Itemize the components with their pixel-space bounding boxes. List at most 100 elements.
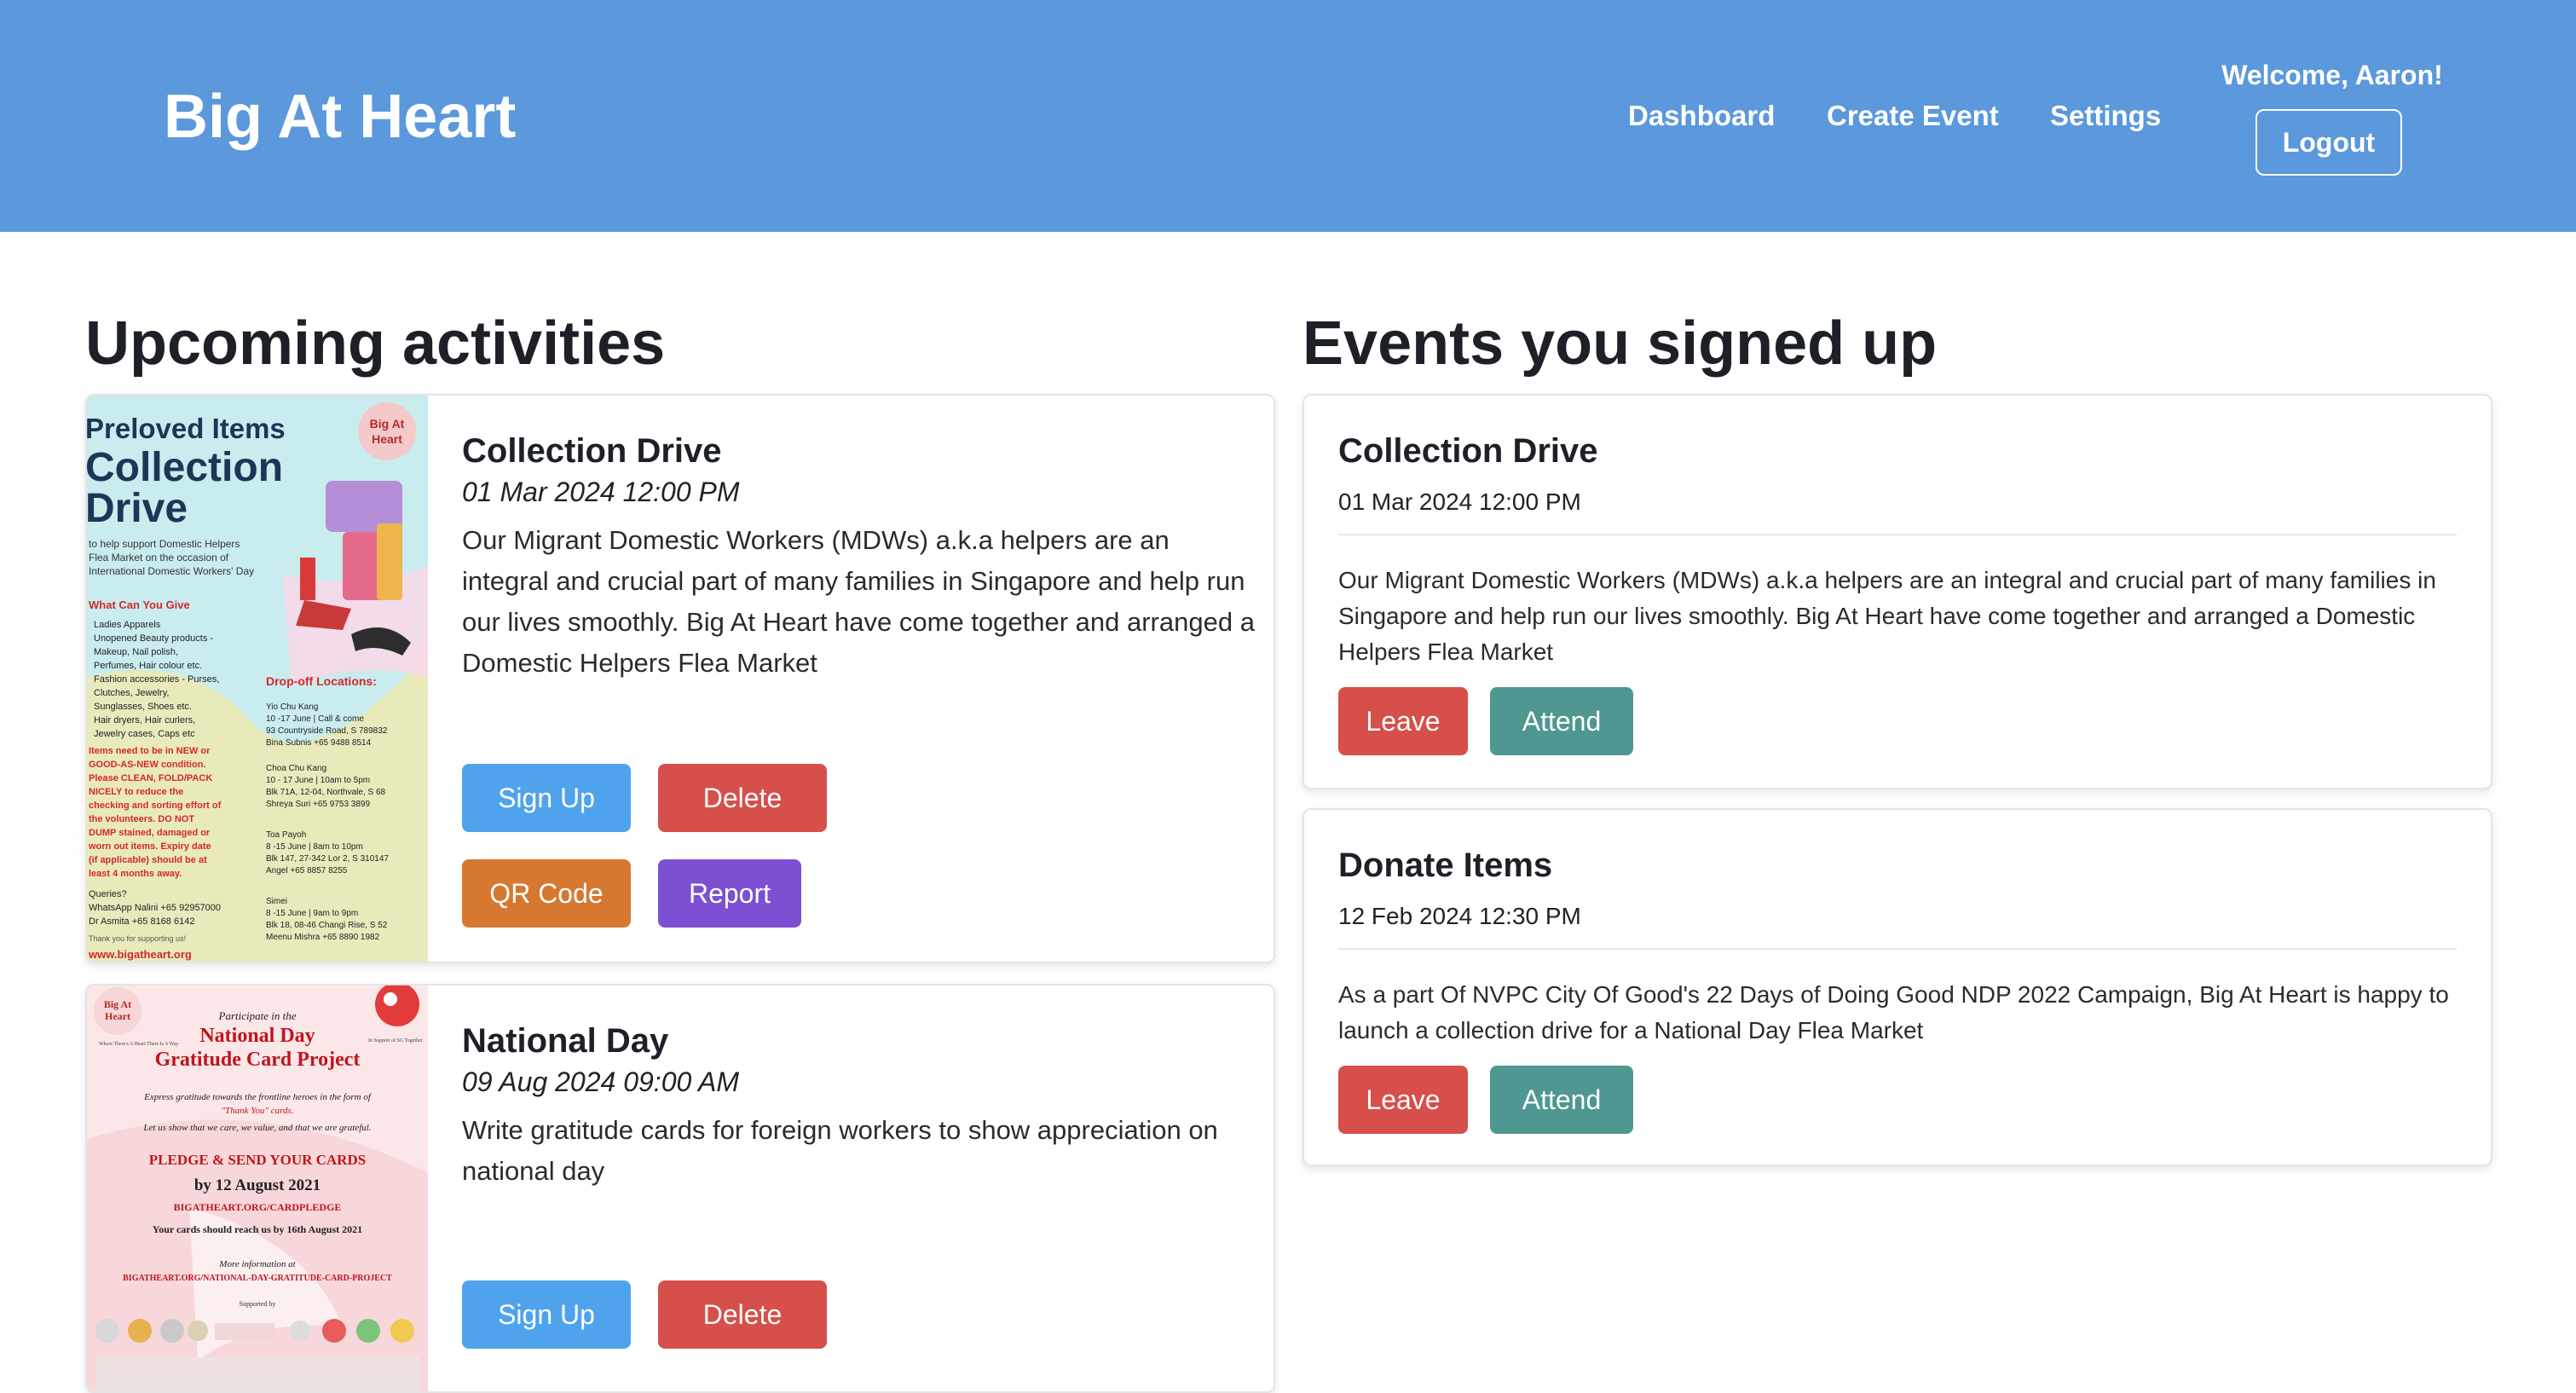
svg-text:GOOD-AS-NEW condition.: GOOD-AS-NEW condition. — [89, 760, 205, 770]
svg-text:by 12 August 2021: by 12 August 2021 — [194, 1176, 321, 1194]
svg-text:10 -17 June | Call & come: 10 -17 June | Call & come — [266, 714, 364, 724]
svg-text:In Support of SG Together: In Support of SG Together — [368, 1038, 423, 1043]
svg-text:Dr Asmita +65 8168 6142: Dr Asmita +65 8168 6142 — [89, 916, 194, 927]
upcoming-event-card: Big At Heart Where There's A Heart There… — [85, 984, 1275, 1393]
svg-text:Participate in the: Participate in the — [218, 1009, 297, 1022]
upcoming-activities-heading: Upcoming activities — [85, 309, 666, 378]
svg-text:Bina Subnis +65 9488 8514: Bina Subnis +65 9488 8514 — [266, 738, 372, 748]
svg-text:Heart: Heart — [372, 432, 402, 446]
event-date: 01 Mar 2024 12:00 PM — [462, 477, 740, 507]
svg-text:Clutches, Jewelry,: Clutches, Jewelry, — [94, 688, 169, 698]
svg-text:Please CLEAN, FOLD/PACK: Please CLEAN, FOLD/PACK — [89, 773, 212, 783]
svg-text:Yio Chu Kang: Yio Chu Kang — [266, 702, 318, 712]
svg-text:Items need to be in NEW or: Items need to be in NEW or — [89, 746, 211, 756]
svg-text:"Thank You" cards.: "Thank You" cards. — [221, 1106, 293, 1116]
svg-text:Meenu Mishra +65 8890 1982: Meenu Mishra +65 8890 1982 — [266, 933, 380, 942]
svg-text:National Day: National Day — [199, 1025, 315, 1047]
svg-text:Perfumes, Hair colour etc.: Perfumes, Hair colour etc. — [94, 661, 202, 671]
svg-text:Choa Chu Kang: Choa Chu Kang — [266, 764, 326, 773]
svg-text:Flea Market on the occasion of: Flea Market on the occasion of — [89, 552, 229, 564]
svg-text:Blk 147, 27-342 Lor 2, S 31014: Blk 147, 27-342 Lor 2, S 310147 — [266, 854, 389, 864]
report-button[interactable]: Report — [658, 859, 801, 928]
svg-text:Your cards should reach us by: Your cards should reach us by 16th Augus… — [153, 1223, 362, 1235]
event-description: Our Migrant Domestic Workers (MDWs) a.k.… — [462, 525, 1255, 678]
svg-text:Sunglasses, Shoes etc.: Sunglasses, Shoes etc. — [94, 702, 192, 712]
svg-text:Shreya Suri +65 9753 3899: Shreya Suri +65 9753 3899 — [266, 800, 370, 809]
svg-text:Gratitude Card Project: Gratitude Card Project — [155, 1049, 361, 1071]
brand-logo[interactable]: Big At Heart — [164, 78, 516, 155]
event-title: National Day — [462, 1022, 669, 1060]
event-poster-image: Big At Heart Preloved Items Collection D… — [87, 396, 428, 962]
svg-text:Ladies Apparels: Ladies Apparels — [94, 620, 161, 630]
svg-text:Hair dryers, Hair curlers,: Hair dryers, Hair curlers, — [94, 715, 195, 725]
svg-text:NICELY to reduce the: NICELY to reduce the — [89, 787, 183, 797]
event-date: 12 Feb 2024 12:30 PM — [1338, 903, 1581, 929]
svg-text:93 Countryside Road, S 789832: 93 Countryside Road, S 789832 — [266, 726, 388, 736]
leave-button[interactable]: Leave — [1338, 687, 1468, 755]
delete-button[interactable]: Delete — [658, 1280, 827, 1349]
svg-text:Collection: Collection — [87, 445, 283, 490]
svg-text:Express gratitude towards the: Express gratitude towards the frontline … — [143, 1092, 373, 1102]
svg-text:10 - 17 June | 10am to 5pm: 10 - 17 June | 10am to 5pm — [266, 776, 370, 785]
svg-text:Blk 18, 08-46 Changi Rise, S 5: Blk 18, 08-46 Changi Rise, S 52 — [266, 921, 388, 930]
event-date: 01 Mar 2024 12:00 PM — [1338, 488, 1581, 515]
nav-dashboard[interactable]: Dashboard — [1628, 97, 1775, 135]
event-title: Donate Items — [1338, 847, 1553, 884]
svg-text:DUMP stained, damaged or: DUMP stained, damaged or — [89, 828, 211, 838]
nav-settings[interactable]: Settings — [2050, 97, 2161, 135]
svg-text:Big At: Big At — [104, 998, 131, 1010]
upcoming-event-card: Big At Heart Preloved Items Collection D… — [85, 394, 1275, 963]
svg-text:International Domestic Workers: International Domestic Workers' Day — [89, 565, 254, 577]
svg-text:PLEDGE & SEND YOUR CARDS: PLEDGE & SEND YOUR CARDS — [149, 1152, 366, 1168]
top-navbar: Big At Heart Dashboard Create Event Sett… — [0, 0, 2576, 232]
svg-text:Fashion accessories - Purses,: Fashion accessories - Purses, — [94, 674, 219, 685]
event-description: Write gratitude cards for foreign worker… — [462, 1115, 1218, 1186]
svg-text:to help support Domestic Helpe: to help support Domestic Helpers — [89, 538, 240, 550]
signed-up-events-heading: Events you signed up — [1302, 309, 1938, 378]
logout-button[interactable]: Logout — [2255, 109, 2402, 176]
event-title: Collection Drive — [1338, 432, 1598, 470]
svg-text:checking and sorting effort of: checking and sorting effort of — [89, 801, 222, 811]
svg-text:BIGATHEART.ORG/NATIONAL-DAY-GR: BIGATHEART.ORG/NATIONAL-DAY-GRATITUDE-CA… — [123, 1274, 392, 1283]
svg-text:least 4 months away.: least 4 months away. — [89, 869, 182, 879]
signed-up-event-card: Collection Drive 01 Mar 2024 12:00 PM Ou… — [1302, 394, 2492, 789]
qr-code-button[interactable]: QR Code — [462, 859, 631, 928]
delete-button[interactable]: Delete — [658, 764, 827, 832]
svg-text:Heart: Heart — [105, 1010, 130, 1022]
signed-up-event-card: Donate Items 12 Feb 2024 12:30 PM As a p… — [1302, 808, 2492, 1166]
svg-text:8 -15 June | 8am to 10pm: 8 -15 June | 8am to 10pm — [266, 842, 363, 852]
card-divider — [1338, 534, 2457, 535]
svg-text:Thank you for supporting us!: Thank you for supporting us! — [89, 934, 186, 943]
svg-text:www.bigatheart.org: www.bigatheart.org — [88, 948, 192, 961]
svg-text:Makeup, Nail polish,: Makeup, Nail polish, — [94, 647, 178, 657]
svg-text:Drop-off Locations:: Drop-off Locations: — [266, 674, 377, 688]
svg-text:8 -15 June | 9am to 9pm: 8 -15 June | 9am to 9pm — [266, 909, 358, 918]
svg-text:Angel +65 8857 8255: Angel +65 8857 8255 — [266, 866, 348, 876]
svg-text:Blk 71A, 12-04, Northvale, S 6: Blk 71A, 12-04, Northvale, S 68 — [266, 788, 386, 797]
event-poster-image: Big At Heart Where There's A Heart There… — [87, 986, 428, 1391]
svg-text:Supported by: Supported by — [240, 1300, 276, 1308]
svg-text:BIGATHEART.ORG/CARDPLEDGE: BIGATHEART.ORG/CARDPLEDGE — [174, 1201, 342, 1213]
attend-button[interactable]: Attend — [1490, 1066, 1633, 1134]
leave-button[interactable]: Leave — [1338, 1066, 1468, 1134]
event-description: As a part Of NVPC City Of Good's 22 Days… — [1338, 981, 2449, 1043]
nav-create-event[interactable]: Create Event — [1827, 97, 1999, 135]
svg-text:worn out items. Expiry date: worn out items. Expiry date — [88, 841, 211, 852]
sign-up-button[interactable]: Sign Up — [462, 764, 631, 832]
svg-text:WhatsApp Nalini +65 92957000: WhatsApp Nalini +65 92957000 — [89, 903, 221, 913]
svg-text:More information at: More information at — [218, 1259, 296, 1269]
card-divider — [1338, 948, 2457, 950]
svg-text:Let us show that we care, we v: Let us show that we care, we value, and … — [142, 1123, 371, 1133]
sign-up-button[interactable]: Sign Up — [462, 1280, 631, 1349]
svg-text:Simei: Simei — [266, 897, 287, 906]
svg-text:What Can You Give: What Can You Give — [89, 598, 190, 611]
svg-text:Toa Payoh: Toa Payoh — [266, 830, 306, 840]
event-title: Collection Drive — [462, 432, 722, 470]
event-description: Our Migrant Domestic Workers (MDWs) a.k.… — [1338, 567, 2436, 665]
svg-text:the volunteers. DO NOT: the volunteers. DO NOT — [89, 814, 194, 824]
attend-button[interactable]: Attend — [1490, 687, 1633, 755]
svg-text:Queries?: Queries? — [89, 889, 127, 899]
welcome-text: Welcome, Aaron! — [2221, 60, 2443, 90]
svg-text:Jewelry cases, Caps etc: Jewelry cases, Caps etc — [94, 729, 195, 739]
svg-text:Where There's A Heart There Is: Where There's A Heart There Is A Way — [99, 1042, 178, 1047]
